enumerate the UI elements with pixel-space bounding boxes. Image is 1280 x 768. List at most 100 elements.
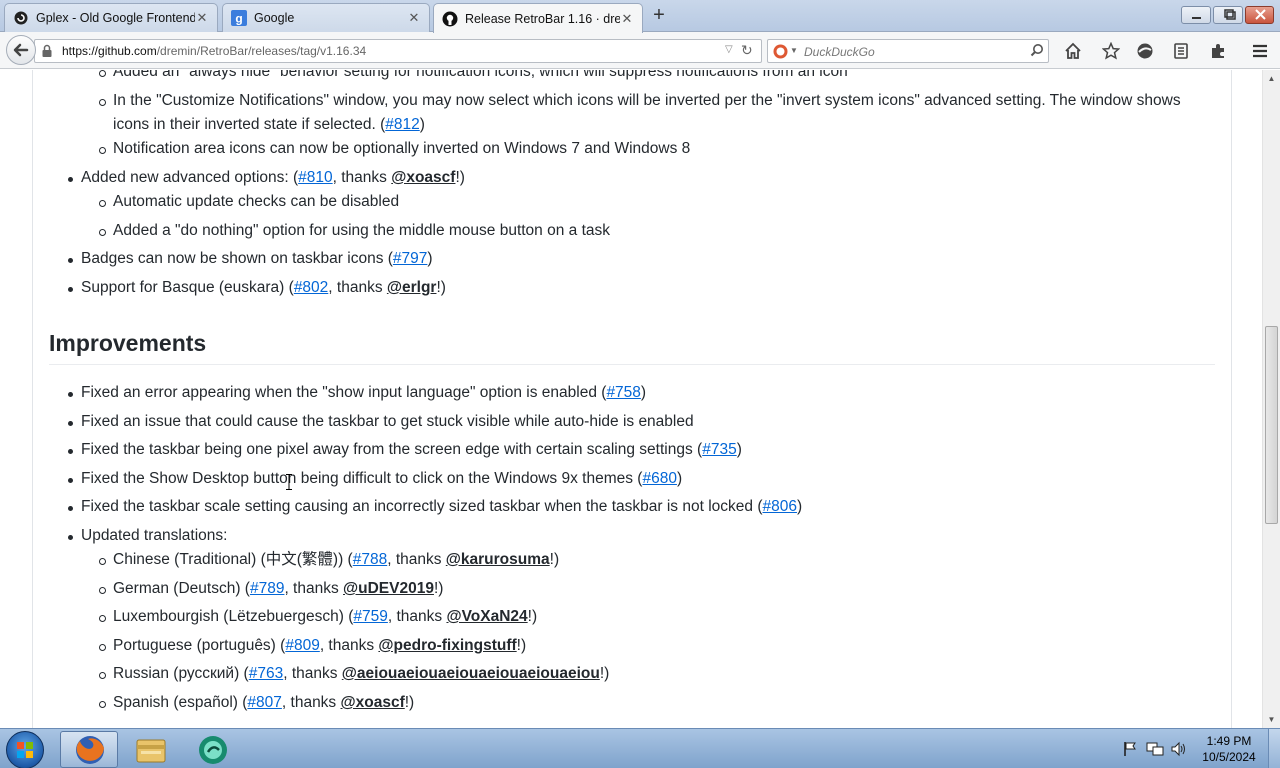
tab-retrobar-release[interactable]: Release RetroBar 1.16 · dre... ✕ bbox=[433, 3, 643, 33]
menu-hamburger-icon[interactable] bbox=[1249, 40, 1271, 62]
issue-link[interactable]: #810 bbox=[298, 169, 332, 186]
close-tab-icon[interactable]: ✕ bbox=[195, 11, 209, 25]
user-mention-link[interactable]: @uDEV2019 bbox=[343, 580, 434, 597]
list-item-text: Badges can now be shown on taskbar icons… bbox=[81, 250, 393, 267]
sync-icon[interactable] bbox=[1134, 40, 1156, 62]
list-item: Fixed the taskbar scale setting causing … bbox=[81, 497, 802, 517]
issue-link[interactable]: #809 bbox=[285, 637, 319, 654]
list-item-text: In the "Customize Notifications" window,… bbox=[113, 92, 1181, 109]
bullet-icon bbox=[68, 449, 73, 454]
url-path: /dremin/RetroBar/releases/tag/v1.16.34 bbox=[156, 44, 367, 58]
user-mention-link[interactable]: @pedro-fixingstuff bbox=[378, 637, 516, 654]
list-item: Support for Basque (euskara) (#802, than… bbox=[81, 278, 446, 298]
list-item: Spanish (español) (#807, thanks @xoascf!… bbox=[113, 693, 414, 713]
issue-link[interactable]: #788 bbox=[353, 551, 387, 568]
search-placeholder: DuckDuckGo bbox=[804, 45, 875, 59]
list-item-text: , thanks bbox=[283, 665, 342, 682]
list-item-text: !) bbox=[527, 608, 538, 625]
network-icon[interactable] bbox=[1146, 741, 1164, 762]
start-button[interactable] bbox=[6, 731, 44, 768]
text-cursor-icon bbox=[286, 474, 292, 490]
issue-link[interactable]: #763 bbox=[249, 665, 283, 682]
issue-link[interactable]: #735 bbox=[702, 441, 736, 458]
file-explorer-icon bbox=[136, 739, 166, 763]
close-tab-icon[interactable]: ✕ bbox=[620, 11, 634, 26]
list-item-text: icons in their inverted state if selecte… bbox=[113, 116, 386, 133]
search-engine-dropdown-icon[interactable]: ▼ bbox=[790, 46, 798, 55]
svg-text:g: g bbox=[235, 12, 242, 26]
list-item-text: Chinese (Traditional) (中文(繁體)) ( bbox=[113, 551, 353, 568]
list-item-text: Fixed an error appearing when the "show … bbox=[81, 384, 607, 401]
issue-link[interactable]: #797 bbox=[393, 250, 427, 267]
list-item-text: ) bbox=[676, 470, 683, 487]
url-dropdown-icon[interactable]: ▽ bbox=[725, 44, 733, 55]
user-mention-link[interactable]: @xoascf bbox=[341, 694, 405, 711]
address-bar[interactable]: https://github.com/dremin/RetroBar/relea… bbox=[34, 39, 762, 63]
list-item-text: Fixed an issue that could cause the task… bbox=[81, 413, 694, 430]
tab-gplex[interactable]: Gplex - Old Google Frontend ✕ bbox=[4, 3, 218, 32]
reading-list-icon[interactable] bbox=[1170, 40, 1192, 62]
volume-icon[interactable] bbox=[1170, 741, 1188, 762]
user-mention-link[interactable]: @xoascf bbox=[391, 169, 455, 186]
list-item-text: Portuguese (português) ( bbox=[113, 637, 286, 654]
issue-link[interactable]: #789 bbox=[250, 580, 284, 597]
list-item-text: !) bbox=[436, 279, 446, 296]
list-item-text: , thanks bbox=[332, 169, 392, 186]
home-icon[interactable] bbox=[1062, 40, 1084, 62]
list-item-text: Automatic update checks can be disabled bbox=[113, 193, 400, 210]
vertical-scrollbar[interactable]: ▲ ▼ bbox=[1262, 70, 1280, 728]
show-desktop-button[interactable] bbox=[1268, 729, 1280, 768]
issue-link[interactable]: #758 bbox=[606, 384, 640, 401]
taskbar-file-explorer[interactable] bbox=[121, 731, 179, 768]
list-item: Chinese (Traditional) (中文(繁體)) (#788, th… bbox=[113, 550, 559, 570]
list-item-text: , thanks bbox=[281, 694, 341, 711]
list-item: Notification area icons can now be optio… bbox=[113, 139, 690, 159]
release-notes-body: Added an "always hide" behavior setting … bbox=[32, 70, 1232, 728]
firefox-icon bbox=[76, 736, 104, 764]
new-tab-button[interactable]: + bbox=[648, 5, 670, 27]
issue-link[interactable]: #759 bbox=[353, 608, 387, 625]
bullet-icon bbox=[68, 177, 73, 182]
scrollbar-thumb[interactable] bbox=[1265, 326, 1278, 524]
close-tab-icon[interactable]: ✕ bbox=[407, 11, 421, 25]
clock-date[interactable]: 10/5/2024 bbox=[1192, 750, 1266, 764]
list-item: In the "Customize Notifications" window,… bbox=[113, 91, 1181, 111]
scroll-up-arrow-icon[interactable]: ▲ bbox=[1263, 70, 1280, 87]
list-item-text: Fixed the taskbar being one pixel away f… bbox=[81, 441, 703, 458]
search-icon[interactable] bbox=[1030, 43, 1044, 62]
page-viewport[interactable]: Added an "always hide" behavior setting … bbox=[0, 70, 1262, 728]
issue-link[interactable]: #680 bbox=[642, 470, 676, 487]
windows-logo-icon bbox=[17, 742, 33, 758]
sub-bullet-icon bbox=[99, 229, 106, 236]
issue-link[interactable]: #806 bbox=[762, 498, 796, 515]
user-mention-link[interactable]: @aeiouaeiouaeiouaeiouaeiouaeiou bbox=[342, 665, 600, 682]
sub-bullet-icon bbox=[99, 587, 106, 594]
back-button[interactable] bbox=[6, 35, 36, 65]
sub-bullet-icon bbox=[99, 147, 106, 154]
issue-link[interactable]: #802 bbox=[294, 279, 328, 296]
tab-google[interactable]: g Google ✕ bbox=[222, 3, 430, 32]
user-mention-link[interactable]: @erlgr bbox=[387, 279, 437, 296]
list-item: Automatic update checks can be disabled bbox=[113, 192, 399, 212]
bookmark-star-icon[interactable] bbox=[1100, 40, 1122, 62]
google-favicon-icon: g bbox=[231, 10, 247, 26]
user-mention-link[interactable]: @VoXaN24 bbox=[446, 608, 527, 625]
user-mention-link[interactable]: @karurosuma bbox=[446, 551, 550, 568]
list-item-text: Added new advanced options: ( bbox=[81, 169, 299, 186]
close-window-button[interactable] bbox=[1245, 6, 1274, 24]
clock-time[interactable]: 1:49 PM bbox=[1192, 734, 1266, 748]
issue-link[interactable]: #807 bbox=[247, 694, 281, 711]
sub-bullet-icon bbox=[99, 701, 106, 708]
taskbar-messenger[interactable] bbox=[183, 731, 241, 768]
minimize-button[interactable] bbox=[1181, 6, 1211, 24]
reload-icon[interactable]: ↻ bbox=[741, 42, 753, 59]
action-center-flag-icon[interactable] bbox=[1122, 741, 1138, 762]
tab-label: Google bbox=[254, 11, 295, 25]
taskbar-firefox[interactable] bbox=[60, 731, 118, 768]
scroll-down-arrow-icon[interactable]: ▼ bbox=[1263, 711, 1280, 728]
maximize-button[interactable] bbox=[1213, 6, 1243, 24]
list-item: Fixed an error appearing when the "show … bbox=[81, 383, 646, 403]
issue-link[interactable]: #812 bbox=[385, 116, 419, 133]
search-bar[interactable]: ▼ DuckDuckGo bbox=[767, 39, 1049, 63]
addons-puzzle-icon[interactable] bbox=[1207, 40, 1229, 62]
